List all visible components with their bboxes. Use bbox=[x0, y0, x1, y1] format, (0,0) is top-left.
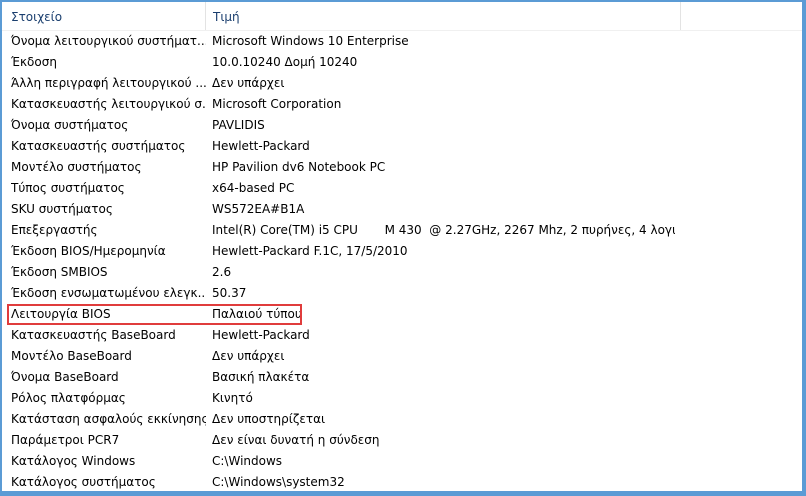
list-header: Στοιχείο Τιμή bbox=[2, 2, 802, 31]
row-value: Δεν υπάρχει bbox=[212, 349, 285, 363]
row-value: C:\Windows\system32 bbox=[212, 475, 345, 489]
list-row[interactable]: Κατασκευαστής λειτουργικού σ... Microsof… bbox=[2, 94, 802, 115]
list-row[interactable]: Άλλη περιγραφή λειτουργικού ... Δεν υπάρ… bbox=[2, 73, 802, 94]
list-row[interactable]: Ρόλος πλατφόρμας Κινητό bbox=[2, 388, 802, 409]
system-info-list: Όνομα λειτουργικού συστήματ... Microsoft… bbox=[2, 31, 802, 491]
row-item-label: Έκδοση ενσωματωμένου ελεγκ... bbox=[11, 286, 206, 300]
row-item-label: Κατασκευαστής συστήματος bbox=[11, 139, 186, 153]
row-value: Hewlett-Packard bbox=[212, 139, 310, 153]
list-row[interactable]: Κατάσταση ασφαλούς εκκίνησης Δεν υποστηρ… bbox=[2, 409, 802, 430]
row-value: 10.0.10240 Δομή 10240 bbox=[212, 55, 358, 69]
row-value: Hewlett-Packard bbox=[212, 328, 310, 342]
row-value: WS572EA#B1A bbox=[212, 202, 305, 216]
row-value: Παλαιού τύπου bbox=[212, 307, 302, 321]
row-item-label: Κατάσταση ασφαλούς εκκίνησης bbox=[11, 412, 206, 426]
list-row[interactable]: Όνομα λειτουργικού συστήματ... Microsoft… bbox=[2, 31, 802, 52]
row-item-label: Όνομα BaseBoard bbox=[11, 370, 119, 384]
row-item-label: Τύπος συστήματος bbox=[11, 181, 125, 195]
row-item-label: Κατασκευαστής λειτουργικού σ... bbox=[11, 97, 206, 111]
row-value: Δεν υπάρχει bbox=[212, 76, 285, 90]
list-row[interactable]: Κατάλογος συστήματος C:\Windows\system32 bbox=[2, 472, 802, 491]
list-row[interactable]: Λειτουργία BIOS Παλαιού τύπου bbox=[2, 304, 802, 325]
row-value: Βασική πλακέτα bbox=[212, 370, 310, 384]
list-row[interactable]: Έκδοση 10.0.10240 Δομή 10240 bbox=[2, 52, 802, 73]
list-row[interactable]: Όνομα συστήματος PAVLIDIS bbox=[2, 115, 802, 136]
row-item-label: Άλλη περιγραφή λειτουργικού ... bbox=[11, 76, 206, 90]
row-value: HP Pavilion dv6 Notebook PC bbox=[212, 160, 386, 174]
list-row[interactable]: Μοντέλο συστήματος HP Pavilion dv6 Noteb… bbox=[2, 157, 802, 178]
column-header-value[interactable]: Τιμή bbox=[206, 2, 681, 30]
row-item-label: Κατάλογος συστήματος bbox=[11, 475, 156, 489]
row-item-label: Κατάλογος Windows bbox=[11, 454, 136, 468]
row-value: Intel(R) Core(TM) i5 CPU M 430 @ 2.27GHz… bbox=[212, 223, 675, 237]
row-value: x64-based PC bbox=[212, 181, 295, 195]
list-row[interactable]: Μοντέλο BaseBoard Δεν υπάρχει bbox=[2, 346, 802, 367]
list-row[interactable]: Παράμετροι PCR7 Δεν είναι δυνατή η σύνδε… bbox=[2, 430, 802, 451]
list-row[interactable]: Κατάλογος Windows C:\Windows bbox=[2, 451, 802, 472]
list-row[interactable]: Κατασκευαστής BaseBoard Hewlett-Packard bbox=[2, 325, 802, 346]
row-value: C:\Windows bbox=[212, 454, 283, 468]
list-row[interactable]: Όνομα BaseBoard Βασική πλακέτα bbox=[2, 367, 802, 388]
list-row[interactable]: Κατασκευαστής συστήματος Hewlett-Packard bbox=[2, 136, 802, 157]
row-item-label: Όνομα λειτουργικού συστήματ... bbox=[11, 34, 206, 48]
row-value: Δεν υποστηρίζεται bbox=[212, 412, 326, 426]
list-row[interactable]: Έκδοση SMBIOS 2.6 bbox=[2, 262, 802, 283]
row-item-label: Επεξεργαστής bbox=[11, 223, 98, 237]
row-value: PAVLIDIS bbox=[212, 118, 265, 132]
list-row[interactable]: Τύπος συστήματος x64-based PC bbox=[2, 178, 802, 199]
list-row[interactable]: SKU συστήματος WS572EA#B1A bbox=[2, 199, 802, 220]
row-value: Κινητό bbox=[212, 391, 253, 405]
list-row[interactable]: Έκδοση BIOS/Ημερομηνία Hewlett-Packard F… bbox=[2, 241, 802, 262]
row-item-label: Παράμετροι PCR7 bbox=[11, 433, 120, 447]
row-item-label: Έκδοση BIOS/Ημερομηνία bbox=[11, 244, 166, 258]
list-row[interactable]: Επεξεργαστής Intel(R) Core(TM) i5 CPU M … bbox=[2, 220, 802, 241]
row-item-label: Κατασκευαστής BaseBoard bbox=[11, 328, 176, 342]
row-item-label: Λειτουργία BIOS bbox=[11, 307, 111, 321]
row-value: Microsoft Windows 10 Enterprise bbox=[212, 34, 409, 48]
row-item-label: Όνομα συστήματος bbox=[11, 118, 129, 132]
row-item-label: Μοντέλο συστήματος bbox=[11, 160, 142, 174]
row-value: Δεν είναι δυνατή η σύνδεση bbox=[212, 433, 380, 447]
row-value: Hewlett-Packard F.1C, 17/5/2010 bbox=[212, 244, 408, 258]
row-item-label: Μοντέλο BaseBoard bbox=[11, 349, 132, 363]
list-row[interactable]: Έκδοση ενσωματωμένου ελεγκ... 50.37 bbox=[2, 283, 802, 304]
row-item-label: Ρόλος πλατφόρμας bbox=[11, 391, 126, 405]
row-value: 2.6 bbox=[212, 265, 232, 279]
column-header-item[interactable]: Στοιχείο bbox=[4, 2, 206, 30]
system-summary-panel: Στοιχείο Τιμή Όνομα λειτουργικού συστήμα… bbox=[0, 0, 806, 496]
row-value: 50.37 bbox=[212, 286, 247, 300]
row-item-label: SKU συστήματος bbox=[11, 202, 113, 216]
row-item-label: Έκδοση SMBIOS bbox=[11, 265, 108, 279]
row-value: Microsoft Corporation bbox=[212, 97, 342, 111]
row-item-label: Έκδοση bbox=[11, 55, 57, 69]
